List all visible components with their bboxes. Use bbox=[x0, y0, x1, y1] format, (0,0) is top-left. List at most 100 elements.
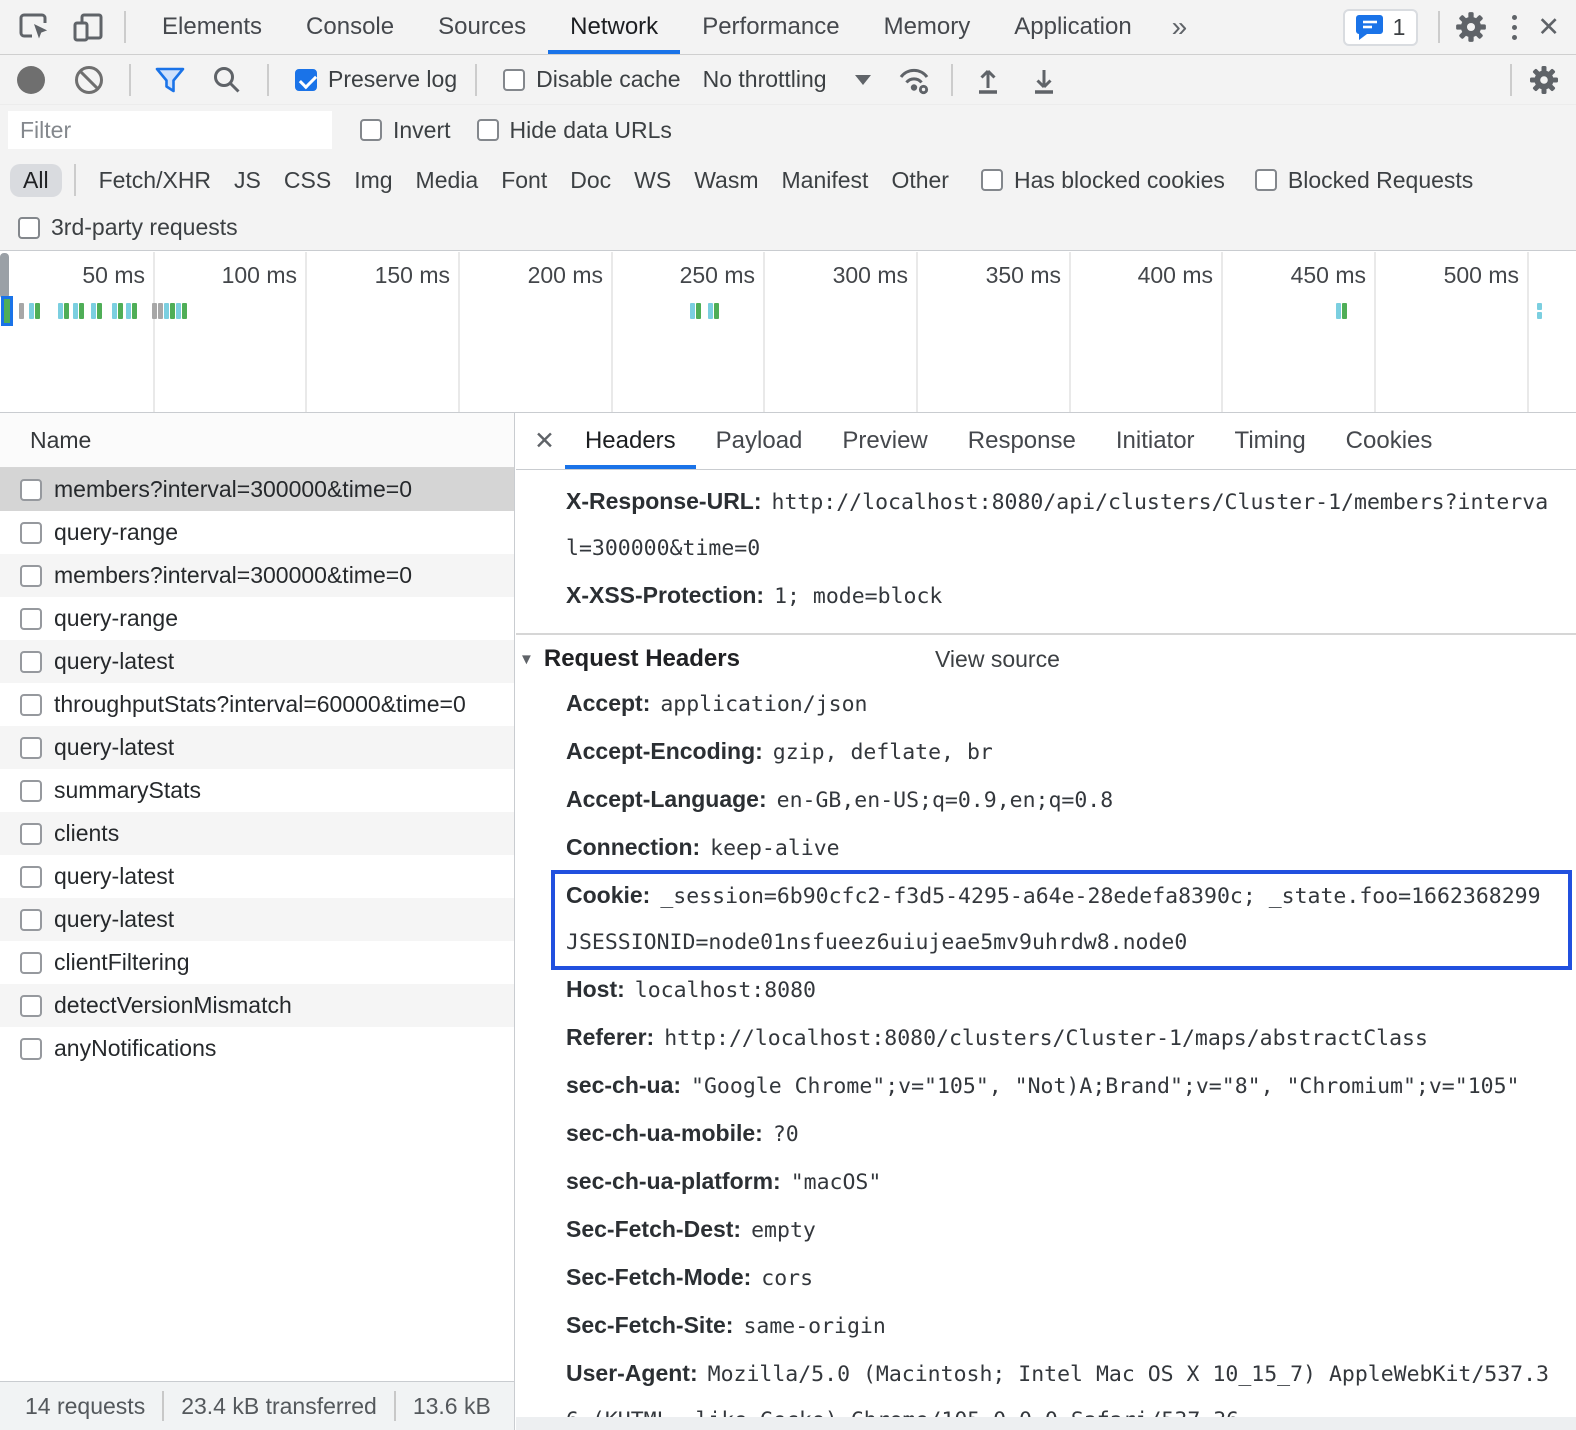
request-row[interactable]: clients bbox=[0, 812, 514, 855]
detail-tab-timing[interactable]: Timing bbox=[1215, 413, 1326, 469]
tab-console[interactable]: Console bbox=[284, 0, 416, 54]
checkbox-unchecked[interactable] bbox=[18, 217, 40, 239]
request-checkbox[interactable] bbox=[20, 866, 42, 888]
more-tabs-button[interactable]: » bbox=[1154, 11, 1206, 43]
checkbox-unchecked[interactable] bbox=[477, 119, 499, 141]
network-settings-gear-icon[interactable] bbox=[1528, 64, 1560, 96]
status-bar: 14 requests 23.4 kB transferred 13.6 kB bbox=[0, 1381, 515, 1430]
filter-input[interactable] bbox=[8, 111, 332, 149]
filter-funnel-icon[interactable] bbox=[153, 64, 187, 96]
request-row[interactable]: detectVersionMismatch bbox=[0, 984, 514, 1027]
request-row[interactable]: anyNotifications bbox=[0, 1027, 514, 1070]
request-headers-section[interactable]: ▼Request Headers View source bbox=[516, 637, 1576, 681]
clear-icon[interactable] bbox=[73, 64, 105, 96]
preserve-log-checkbox[interactable]: Preserve log bbox=[295, 66, 457, 93]
issues-button[interactable]: 1 bbox=[1343, 9, 1419, 46]
divider bbox=[129, 64, 131, 96]
invert-checkbox[interactable]: Invert bbox=[360, 117, 451, 144]
settings-gear-icon[interactable] bbox=[1454, 10, 1488, 44]
type-filter-img[interactable]: Img bbox=[354, 167, 392, 194]
type-filter-manifest[interactable]: Manifest bbox=[782, 167, 869, 194]
checkbox-unchecked[interactable] bbox=[360, 119, 382, 141]
request-name: query-range bbox=[54, 605, 178, 632]
request-checkbox[interactable] bbox=[20, 780, 42, 802]
tab-sources[interactable]: Sources bbox=[416, 0, 548, 54]
request-checkbox[interactable] bbox=[20, 694, 42, 716]
request-row[interactable]: query-range bbox=[0, 597, 514, 640]
request-checkbox[interactable] bbox=[20, 995, 42, 1017]
request-checkbox[interactable] bbox=[20, 952, 42, 974]
export-har-icon[interactable] bbox=[1029, 64, 1059, 96]
type-filter-wasm[interactable]: Wasm bbox=[694, 167, 758, 194]
type-filter-css[interactable]: CSS bbox=[284, 167, 331, 194]
checkbox-unchecked[interactable] bbox=[1255, 169, 1277, 191]
request-checkbox[interactable] bbox=[20, 522, 42, 544]
throttling-select[interactable]: No throttling bbox=[703, 66, 827, 93]
type-filter-other[interactable]: Other bbox=[891, 167, 949, 194]
header-value: cors bbox=[761, 1266, 813, 1291]
inspect-element-icon[interactable] bbox=[16, 9, 52, 45]
request-row[interactable]: query-latest bbox=[0, 898, 514, 941]
request-row[interactable]: summaryStats bbox=[0, 769, 514, 812]
request-row[interactable]: query-latest bbox=[0, 640, 514, 683]
record-button[interactable] bbox=[17, 66, 45, 94]
divider bbox=[516, 633, 1576, 635]
request-checkbox[interactable] bbox=[20, 909, 42, 931]
request-checkbox[interactable] bbox=[20, 823, 42, 845]
request-checkbox[interactable] bbox=[20, 1038, 42, 1060]
request-checkbox[interactable] bbox=[20, 608, 42, 630]
network-overview[interactable]: 50 ms100 ms150 ms200 ms250 ms300 ms350 m… bbox=[0, 252, 1576, 413]
request-row[interactable]: members?interval=300000&time=0 bbox=[0, 554, 514, 597]
request-row[interactable]: throughputStats?interval=60000&time=0 bbox=[0, 683, 514, 726]
request-checkbox[interactable] bbox=[20, 651, 42, 673]
search-icon[interactable] bbox=[211, 64, 243, 96]
detail-tab-headers[interactable]: Headers bbox=[565, 413, 696, 469]
tab-network[interactable]: Network bbox=[548, 0, 680, 54]
tab-memory[interactable]: Memory bbox=[862, 0, 993, 54]
request-checkbox[interactable] bbox=[20, 565, 42, 587]
type-filter-fetchxhr[interactable]: Fetch/XHR bbox=[99, 167, 211, 194]
import-har-icon[interactable] bbox=[973, 64, 1003, 96]
view-source-link[interactable]: View source bbox=[935, 637, 1060, 681]
more-options-icon[interactable] bbox=[1502, 15, 1527, 40]
network-conditions-icon[interactable] bbox=[897, 64, 931, 96]
detail-tab-payload[interactable]: Payload bbox=[696, 413, 823, 469]
disable-cache-checkbox[interactable]: Disable cache bbox=[503, 66, 680, 93]
request-checkbox[interactable] bbox=[20, 737, 42, 759]
header-name: sec-ch-ua-platform: bbox=[566, 1168, 781, 1194]
request-row[interactable]: clientFiltering bbox=[0, 941, 514, 984]
close-detail-icon[interactable]: ✕ bbox=[534, 426, 555, 456]
detail-tab-preview[interactable]: Preview bbox=[822, 413, 947, 469]
request-row[interactable]: query-range bbox=[0, 511, 514, 554]
detail-tab-cookies[interactable]: Cookies bbox=[1326, 413, 1453, 469]
checkbox-checked[interactable] bbox=[295, 69, 317, 91]
detail-tab-initiator[interactable]: Initiator bbox=[1096, 413, 1215, 469]
type-filter-media[interactable]: Media bbox=[416, 167, 479, 194]
checkbox-unchecked[interactable] bbox=[503, 69, 525, 91]
has-blocked-cookies-checkbox[interactable]: Has blocked cookies bbox=[981, 167, 1225, 194]
request-row[interactable]: members?interval=300000&time=0 bbox=[0, 468, 514, 511]
request-row[interactable]: query-latest bbox=[0, 726, 514, 769]
request-checkbox[interactable] bbox=[20, 479, 42, 501]
request-row[interactable]: query-latest bbox=[0, 855, 514, 898]
tab-elements[interactable]: Elements bbox=[140, 0, 284, 54]
type-filter-font[interactable]: Font bbox=[501, 167, 547, 194]
hide-data-urls-checkbox[interactable]: Hide data URLs bbox=[477, 117, 672, 144]
blocked-requests-checkbox[interactable]: Blocked Requests bbox=[1255, 167, 1473, 194]
request-name: query-latest bbox=[54, 734, 174, 761]
tab-application[interactable]: Application bbox=[992, 0, 1153, 54]
type-filter-doc[interactable]: Doc bbox=[570, 167, 611, 194]
detail-tab-response[interactable]: Response bbox=[948, 413, 1096, 469]
chevron-down-icon[interactable] bbox=[855, 75, 871, 85]
close-devtools-icon[interactable]: ✕ bbox=[1527, 12, 1576, 43]
tab-performance[interactable]: Performance bbox=[680, 0, 861, 54]
horizontal-scrollbar-track[interactable] bbox=[516, 1417, 1576, 1430]
checkbox-unchecked[interactable] bbox=[981, 169, 1003, 191]
third-party-checkbox[interactable]: 3rd-party requests bbox=[18, 214, 238, 241]
type-filter-all[interactable]: All bbox=[10, 164, 62, 197]
header-line: Connection:keep-alive bbox=[566, 825, 1576, 873]
type-filter-ws[interactable]: WS bbox=[634, 167, 671, 194]
device-toolbar-icon[interactable] bbox=[72, 10, 106, 44]
type-filter-js[interactable]: JS bbox=[234, 167, 261, 194]
name-column-header[interactable]: Name bbox=[0, 413, 514, 468]
